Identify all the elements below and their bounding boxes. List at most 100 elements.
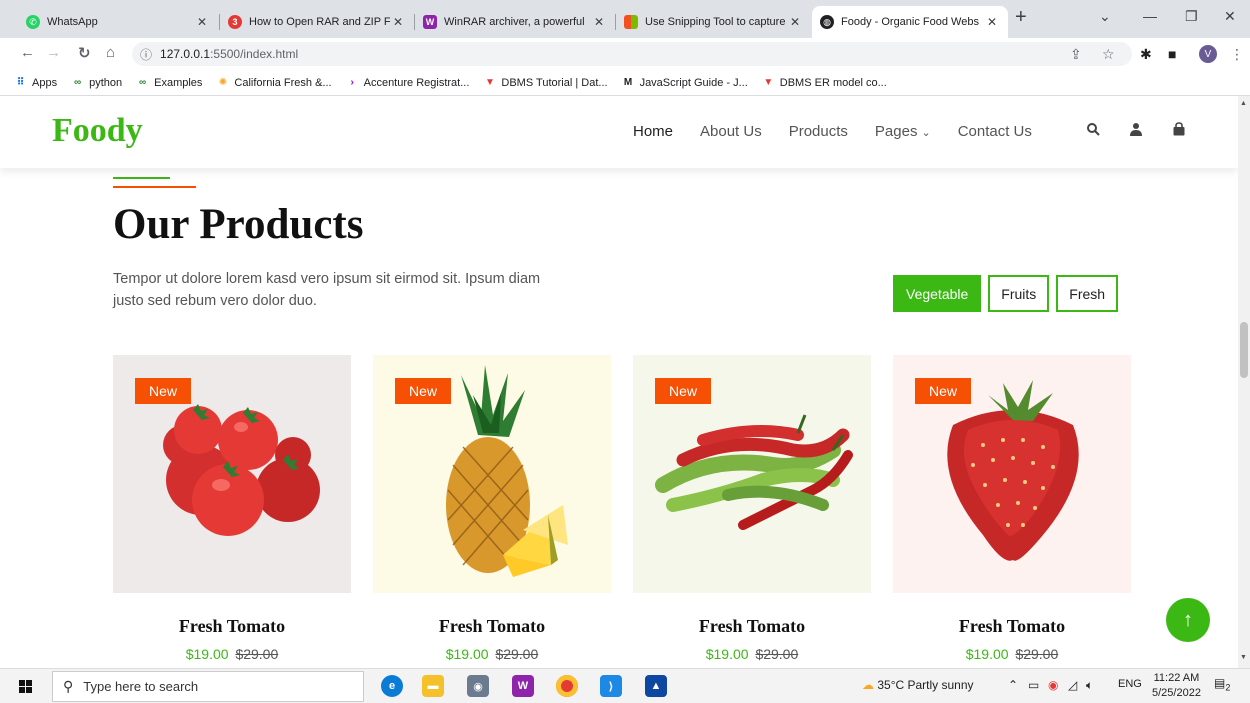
menu-kebab-icon[interactable]: ⋮: [1230, 46, 1244, 63]
bookmark-star-icon[interactable]: ☆: [1102, 46, 1115, 63]
filter-fresh-button[interactable]: Fresh: [1056, 275, 1119, 312]
wifi-icon[interactable]: ◿: [1068, 678, 1077, 692]
language-indicator[interactable]: ENG: [1118, 678, 1142, 690]
bookmark-item[interactable]: ▼ DBMS ER model co...: [762, 76, 887, 89]
restore-button[interactable]: ❐: [1185, 8, 1198, 25]
photos-icon[interactable]: ▲: [645, 675, 667, 697]
camera-icon[interactable]: ◉: [467, 675, 489, 697]
close-icon[interactable]: ✕: [591, 15, 607, 29]
tab-title: Use Snipping Tool to capture: [645, 16, 786, 28]
close-icon[interactable]: ✕: [787, 15, 803, 29]
nav-contact-us[interactable]: Contact Us: [958, 123, 1032, 140]
product-card[interactable]: New Fresh Tomato $19.00 $29.00: [633, 355, 871, 668]
user-icon[interactable]: [1129, 122, 1143, 139]
show-hidden-icons[interactable]: ⌃: [1008, 678, 1018, 692]
current-price: $19.00: [185, 646, 229, 662]
bookmark-item[interactable]: ∞ python: [71, 76, 122, 89]
m-logo-icon: M: [623, 77, 633, 88]
side-panel-icon[interactable]: ■: [1168, 46, 1176, 62]
chrome-icon[interactable]: [556, 675, 578, 697]
tab-winrar[interactable]: W WinRAR archiver, a powerful ✕: [415, 6, 615, 38]
bookmark-label: DBMS ER model co...: [779, 76, 887, 89]
bookmark-item[interactable]: ⠿ Apps: [14, 76, 57, 89]
product-name[interactable]: Fresh Tomato: [113, 616, 351, 637]
tab-whatsapp[interactable]: ✆ WhatsApp ✕: [18, 6, 218, 38]
reload-button[interactable]: ↻: [78, 44, 91, 62]
winrar-icon: W: [423, 15, 437, 29]
new-tab-button[interactable]: +: [1015, 6, 1027, 29]
old-price: $29.00: [235, 646, 279, 662]
title-divider-green: [113, 177, 170, 179]
weather-widget[interactable]: ☁ 35°C Partly sunny: [862, 678, 974, 692]
back-to-top-button[interactable]: ↑: [1166, 598, 1210, 642]
clock[interactable]: 11:22 AM 5/25/2022: [1152, 671, 1201, 701]
product-name[interactable]: Fresh Tomato: [633, 616, 871, 637]
tab-foody[interactable]: ◍ Foody - Organic Food Webs ✕: [812, 6, 1008, 38]
close-window-button[interactable]: ✕: [1224, 8, 1236, 25]
close-icon[interactable]: ✕: [194, 15, 210, 29]
page-viewport: Foody Home About Us Products Pages ⌄ Cont…: [0, 96, 1238, 668]
site-navbar: Foody Home About Us Products Pages ⌄ Cont…: [0, 96, 1238, 168]
address-bar: ← → ↻ ⌂ ⓘ 127.0.0.1:5500/index.html ⇪ ☆ …: [0, 38, 1250, 70]
profile-avatar[interactable]: V: [1199, 45, 1217, 63]
filter-fruits-button[interactable]: Fruits: [988, 275, 1050, 312]
site-logo[interactable]: Foody: [52, 112, 143, 150]
vscode-icon[interactable]: ⟩: [600, 675, 622, 697]
chili-image[interactable]: New: [633, 355, 871, 593]
tab-title: How to Open RAR and ZIP Fi: [249, 16, 390, 28]
product-card[interactable]: New Fresh Tomato $19.00 $29.00: [113, 355, 351, 668]
minimize-button[interactable]: —: [1143, 8, 1157, 24]
nav-about-us[interactable]: About Us: [700, 123, 762, 140]
taskbar-search-field[interactable]: ⚲ Type here to search: [52, 671, 364, 702]
chrome-tray-icon[interactable]: ◉: [1048, 678, 1058, 692]
share-icon[interactable]: ⇪: [1070, 46, 1082, 63]
volume-icon[interactable]: 🔈︎: [1086, 678, 1093, 693]
chevron-down-icon: ⌄: [921, 127, 931, 139]
back-button[interactable]: ←: [20, 44, 35, 61]
bookmark-item[interactable]: › Accenture Registrat...: [346, 76, 469, 89]
filter-vegetable-button[interactable]: Vegetable: [893, 275, 982, 312]
winrar-icon[interactable]: W: [512, 675, 534, 697]
bookmark-item[interactable]: M JavaScript Guide - J...: [622, 76, 748, 89]
bookmark-item[interactable]: ∞ Examples: [136, 76, 202, 89]
strawberry-image[interactable]: New: [893, 355, 1131, 593]
url-path: :5500/index.html: [210, 47, 299, 61]
close-icon[interactable]: ✕: [390, 15, 406, 29]
extensions-icon[interactable]: ✱: [1140, 46, 1152, 63]
tab-title: Foody - Organic Food Webs: [841, 16, 979, 28]
microsoft-icon: [624, 15, 638, 29]
nav-pages[interactable]: Pages ⌄: [875, 123, 931, 140]
product-card[interactable]: New Fresh Tomato $19.00 $29.00: [373, 355, 611, 668]
globe-icon: ◍: [820, 15, 834, 29]
notifications-icon[interactable]: ▤2: [1214, 676, 1230, 692]
scrollbar-thumb[interactable]: [1240, 322, 1248, 378]
product-name[interactable]: Fresh Tomato: [373, 616, 611, 637]
nav-pages-label: Pages: [874, 123, 918, 140]
product-name[interactable]: Fresh Tomato: [893, 616, 1131, 637]
file-explorer-icon[interactable]: ▬: [422, 675, 444, 697]
nav-home[interactable]: Home: [633, 123, 673, 140]
bookmark-item[interactable]: ▼ DBMS Tutorial | Dat...: [483, 76, 608, 89]
link-icon: ∞: [74, 77, 82, 88]
forward-button[interactable]: →: [46, 44, 61, 61]
pineapple-image[interactable]: New: [373, 355, 611, 593]
home-button[interactable]: ⌂: [106, 44, 115, 61]
page-scrollbar[interactable]: ▲ ▼: [1238, 96, 1250, 668]
search-icon[interactable]: [1086, 122, 1100, 139]
url-field[interactable]: ⓘ 127.0.0.1:5500/index.html: [132, 42, 1132, 66]
bookmark-item[interactable]: ✺ California Fresh &...: [216, 76, 332, 89]
nav-products[interactable]: Products: [789, 123, 848, 140]
network-icon[interactable]: ▭: [1028, 678, 1039, 692]
scroll-down-icon[interactable]: ▼: [1240, 654, 1247, 661]
scroll-up-icon[interactable]: ▲: [1240, 100, 1247, 107]
site-info-icon[interactable]: ⓘ: [140, 46, 152, 63]
product-card[interactable]: New Fresh Tomato $19.00 $29.00: [893, 355, 1131, 668]
tab-search-icon[interactable]: ⌄: [1099, 8, 1111, 25]
tab-rar-zip[interactable]: 3 How to Open RAR and ZIP Fi ✕: [220, 6, 414, 38]
shopping-bag-icon[interactable]: [1172, 122, 1186, 139]
close-icon[interactable]: ✕: [984, 15, 1000, 29]
tab-snipping-tool[interactable]: Use Snipping Tool to capture ✕: [616, 6, 811, 38]
tomato-image[interactable]: New: [113, 355, 351, 593]
windows-start-icon[interactable]: [19, 680, 32, 696]
edge-icon[interactable]: e: [381, 675, 403, 697]
